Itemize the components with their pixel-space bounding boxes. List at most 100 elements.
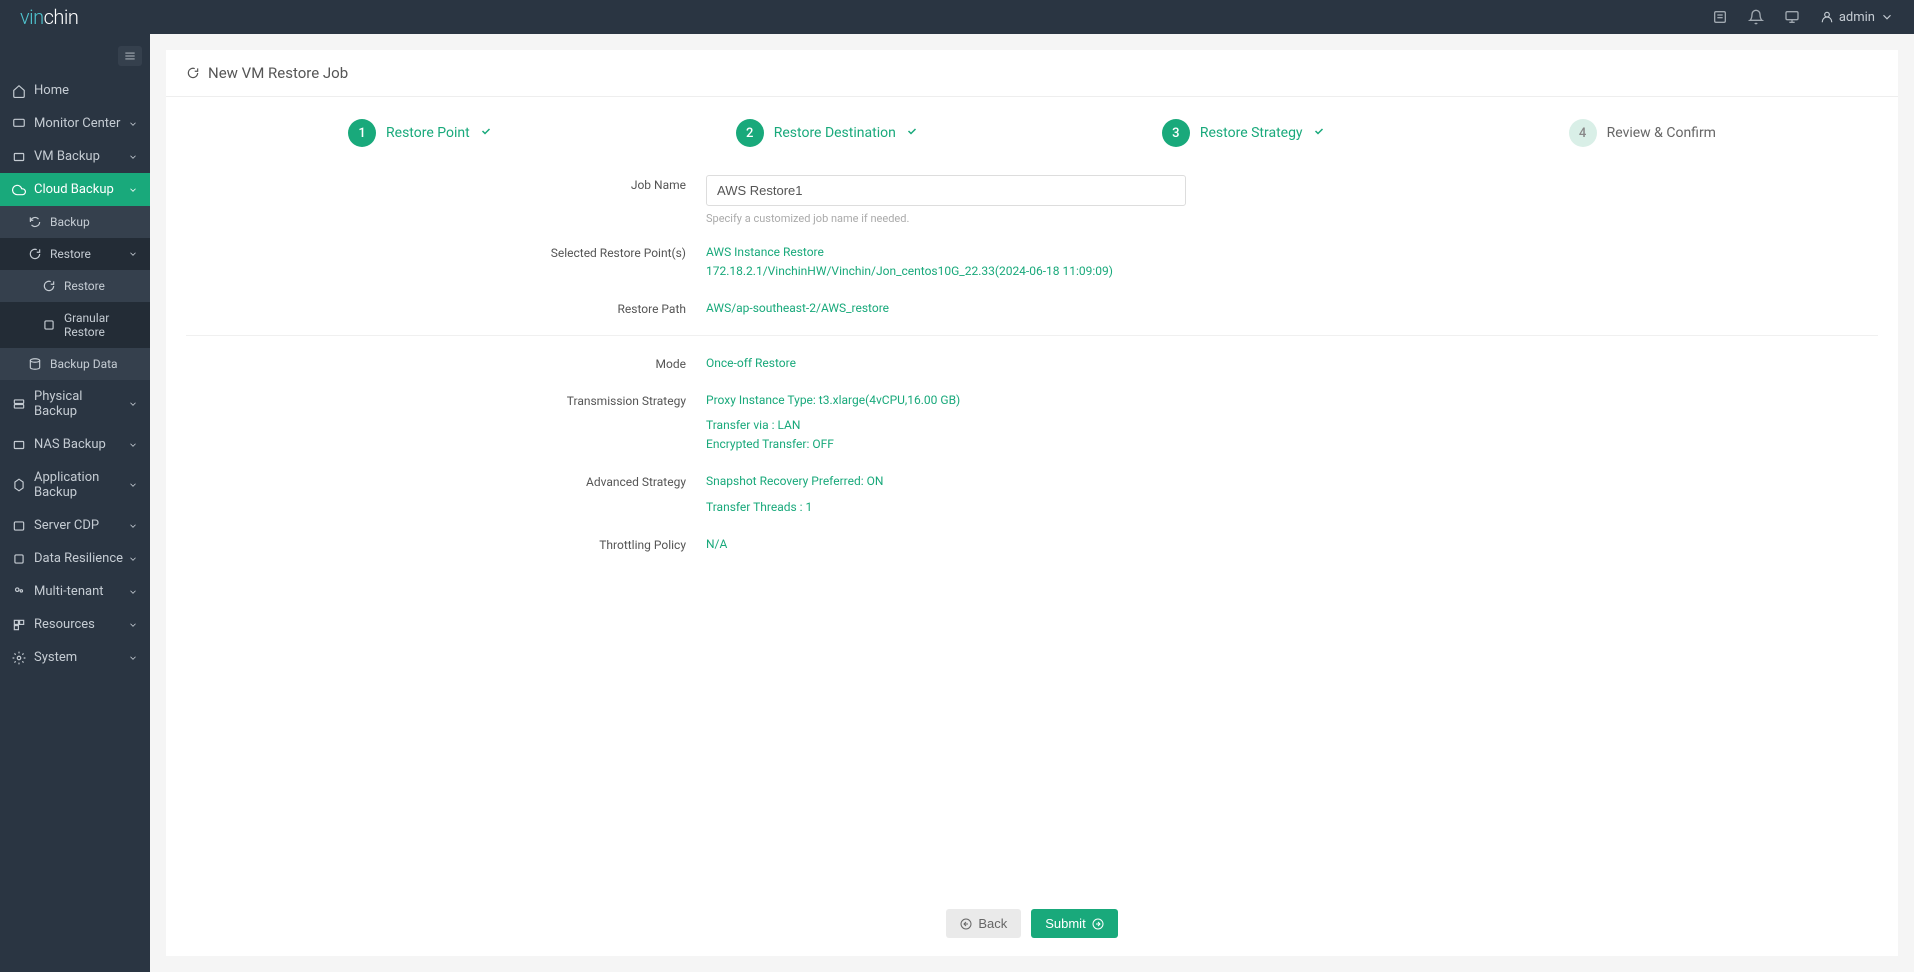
step-restore-point[interactable]: 1 Restore Point — [348, 119, 492, 147]
label-job-name: Job Name — [186, 175, 706, 192]
step-number: 4 — [1569, 119, 1597, 147]
restore-icon — [42, 279, 56, 293]
label-throttling: Throttling Policy — [186, 535, 706, 552]
sidebar-item-label: NAS Backup — [34, 437, 106, 452]
row-restore-path: Restore Path AWS/ap-southeast-2/AWS_rest… — [186, 299, 1878, 335]
sidebar-item-label: Cloud Backup — [34, 182, 114, 197]
resilience-icon — [12, 552, 26, 566]
chevron-down-icon — [128, 440, 138, 450]
sidebar-item-nas-backup[interactable]: NAS Backup — [0, 428, 150, 461]
row-job-name: Job Name Specify a customized job name i… — [186, 175, 1878, 225]
notes-icon[interactable] — [1712, 9, 1728, 25]
sidebar-item-label: System — [34, 650, 77, 665]
menu-icon — [123, 49, 137, 63]
value-advanced-2: Transfer Threads : 1 — [706, 498, 1878, 517]
sidebar-item-label: Backup Data — [50, 357, 118, 371]
sidebar-menu: Home Monitor Center VM Backup Cloud Back… — [0, 74, 150, 674]
sidebar-sub-restore[interactable]: Restore — [0, 238, 150, 270]
value-restore-points-1: AWS Instance Restore — [706, 243, 1878, 262]
refresh-icon — [28, 215, 42, 229]
chevron-down-icon — [128, 119, 138, 129]
server-icon — [12, 397, 26, 411]
sidebar-item-home[interactable]: Home — [0, 74, 150, 107]
row-transmission: Transmission Strategy Proxy Instance Typ… — [186, 391, 1878, 455]
chevron-down-icon — [128, 185, 138, 195]
label-transmission: Transmission Strategy — [186, 391, 706, 408]
sidebar-item-label: Server CDP — [34, 518, 99, 533]
wizard-steps: 1 Restore Point 2 Restore Destination 3 … — [166, 97, 1898, 175]
chevron-down-icon — [128, 653, 138, 663]
arrow-right-icon — [1092, 918, 1104, 930]
monitor-icon[interactable] — [1784, 9, 1800, 25]
back-button[interactable]: Back — [946, 909, 1021, 938]
label-advanced: Advanced Strategy — [186, 472, 706, 489]
job-name-input[interactable] — [706, 175, 1186, 206]
chevron-down-icon — [128, 620, 138, 630]
sidebar-item-multi-tenant[interactable]: Multi-tenant — [0, 575, 150, 608]
sidebar-item-data-resilience[interactable]: Data Resilience — [0, 542, 150, 575]
step-number: 2 — [736, 119, 764, 147]
arrow-left-icon — [960, 918, 972, 930]
tenant-icon — [12, 585, 26, 599]
row-restore-points: Selected Restore Point(s) AWS Instance R… — [186, 243, 1878, 281]
sidebar-item-resources[interactable]: Resources — [0, 608, 150, 641]
label-restore-points: Selected Restore Point(s) — [186, 243, 706, 260]
check-icon — [906, 125, 918, 141]
sidebar-item-label: Granular Restore — [64, 311, 138, 339]
sidebar-sub2-restore[interactable]: Restore — [0, 270, 150, 302]
value-transmission-2: Transfer via : LAN — [706, 416, 1878, 435]
user-menu[interactable]: admin — [1820, 10, 1894, 25]
sidebar-item-vm-backup[interactable]: VM Backup — [0, 140, 150, 173]
value-restore-path: AWS/ap-southeast-2/AWS_restore — [706, 299, 1878, 318]
submit-button[interactable]: Submit — [1031, 909, 1117, 938]
sidebar-item-system[interactable]: System — [0, 641, 150, 674]
page-title: New VM Restore Job — [208, 64, 348, 82]
sidebar-item-cloud-backup[interactable]: Cloud Backup — [0, 173, 150, 206]
step-review-confirm[interactable]: 4 Review & Confirm — [1569, 119, 1716, 147]
nas-icon — [12, 438, 26, 452]
sidebar: Home Monitor Center VM Backup Cloud Back… — [0, 34, 150, 972]
main-content: New VM Restore Job 1 Restore Point 2 Res… — [150, 34, 1914, 972]
sidebar-toggle[interactable] — [118, 46, 142, 66]
sidebar-item-application-backup[interactable]: Application Backup — [0, 461, 150, 509]
sidebar-sub2-granular-restore[interactable]: Granular Restore — [0, 302, 150, 348]
monitor-center-icon — [12, 117, 26, 131]
submit-label: Submit — [1045, 916, 1085, 931]
chevron-down-icon — [128, 152, 138, 162]
step-number: 1 — [348, 119, 376, 147]
row-throttling: Throttling Policy N/A — [186, 535, 1878, 554]
bell-icon[interactable] — [1748, 9, 1764, 25]
value-advanced-1: Snapshot Recovery Preferred: ON — [706, 472, 1878, 491]
row-advanced: Advanced Strategy Snapshot Recovery Pref… — [186, 472, 1878, 516]
sidebar-item-physical-backup[interactable]: Physical Backup — [0, 380, 150, 428]
sidebar-item-label: Resources — [34, 617, 95, 632]
step-label: Restore Destination — [774, 125, 896, 141]
sidebar-item-server-cdp[interactable]: Server CDP — [0, 509, 150, 542]
sidebar-item-monitor-center[interactable]: Monitor Center — [0, 107, 150, 140]
label-mode: Mode — [186, 354, 706, 371]
restore-icon — [28, 247, 42, 261]
database-icon — [28, 357, 42, 371]
gear-icon — [12, 651, 26, 665]
sidebar-item-label: Home — [34, 83, 69, 98]
logo-rest: chin — [44, 5, 79, 29]
top-bar: vinchin admin — [0, 0, 1914, 34]
value-transmission-1: Proxy Instance Type: t3.xlarge(4vCPU,16.… — [706, 391, 1878, 410]
chevron-down-icon — [128, 554, 138, 564]
step-label: Review & Confirm — [1607, 125, 1716, 141]
label-restore-path: Restore Path — [186, 299, 706, 316]
chevron-down-icon — [128, 249, 138, 259]
value-restore-points-2: 172.18.2.1/VinchinHW/Vinchin/Jon_centos1… — [706, 262, 1878, 281]
resources-icon — [12, 618, 26, 632]
sidebar-item-label: Physical Backup — [34, 389, 128, 419]
chevron-down-icon — [128, 587, 138, 597]
restore-job-icon — [186, 66, 200, 80]
panel-header: New VM Restore Job — [166, 50, 1898, 97]
step-restore-destination[interactable]: 2 Restore Destination — [736, 119, 918, 147]
step-restore-strategy[interactable]: 3 Restore Strategy — [1162, 119, 1325, 147]
app-container: Home Monitor Center VM Backup Cloud Back… — [0, 34, 1914, 972]
sidebar-sub-backup-data[interactable]: Backup Data — [0, 348, 150, 380]
sidebar-sub-backup[interactable]: Backup — [0, 206, 150, 238]
value-throttling: N/A — [706, 535, 1878, 554]
user-name: admin — [1839, 10, 1875, 25]
